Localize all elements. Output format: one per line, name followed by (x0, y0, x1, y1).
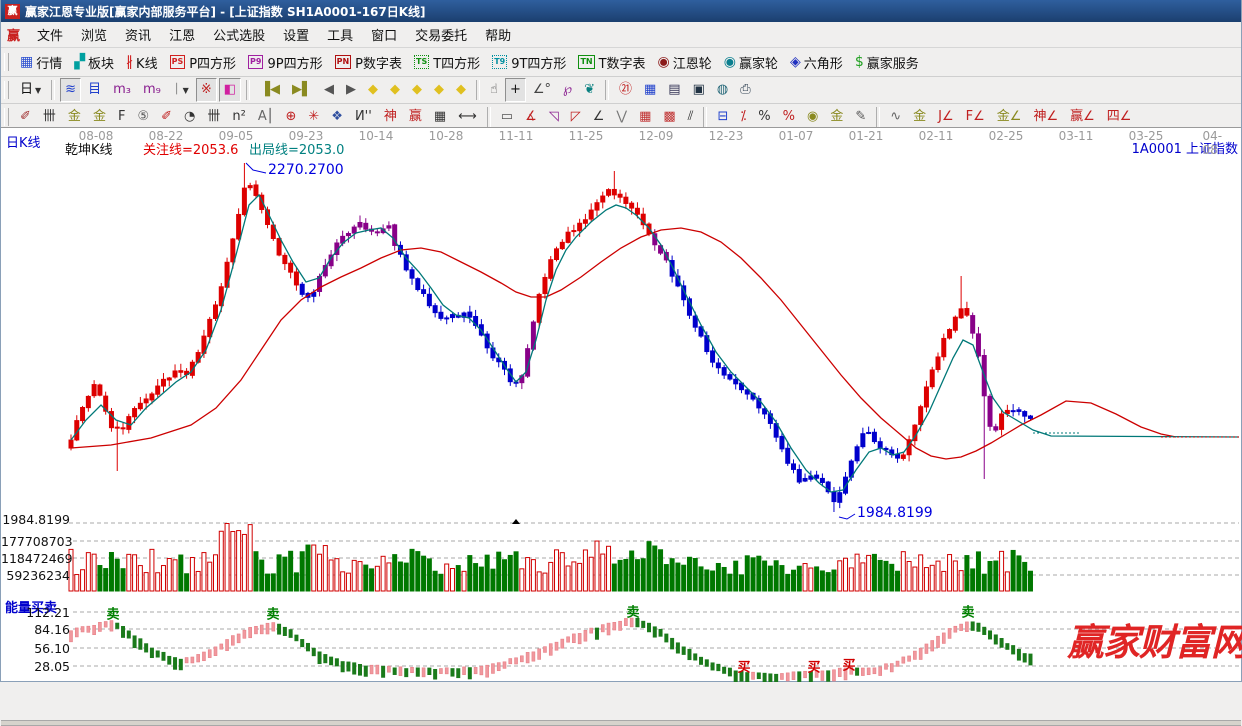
kline-chart-canvas[interactable] (1, 0, 1242, 682)
pane-splitter[interactable] (1, 720, 1241, 726)
app-window: 赢 赢家江恩专业版[赢家内部服务平台] - [上证指数 SH1A0001-167… (0, 0, 1242, 682)
